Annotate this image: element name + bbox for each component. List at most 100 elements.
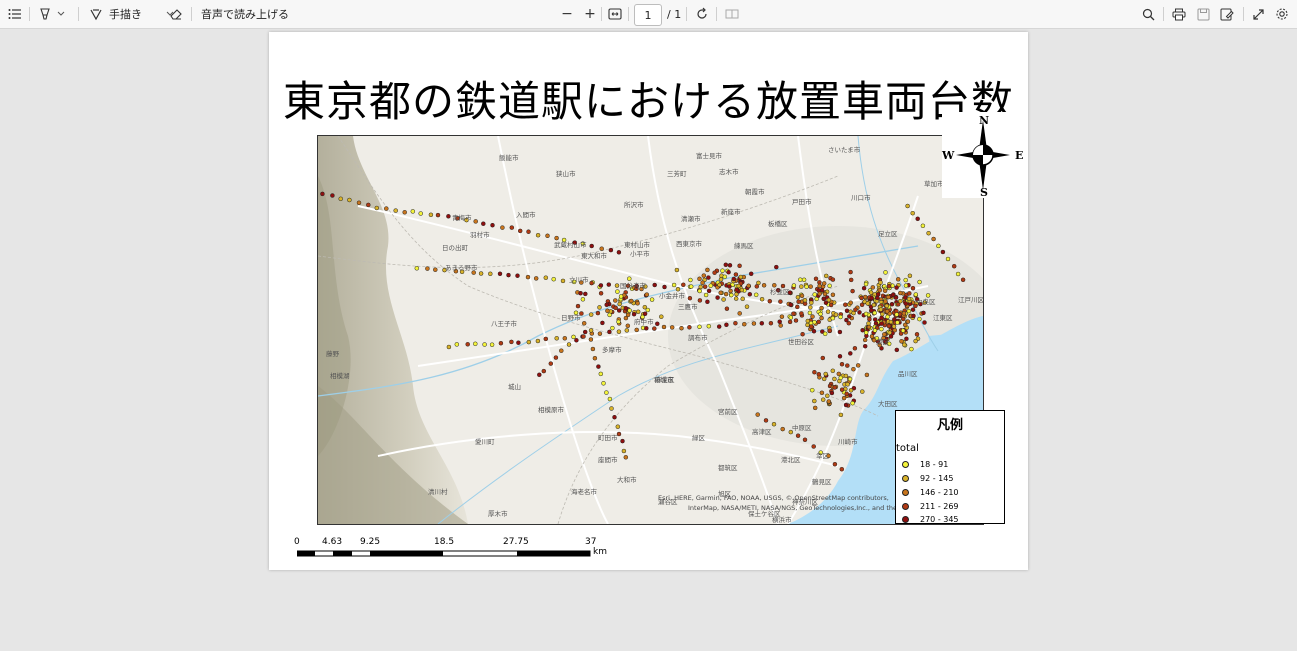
station-point [551, 276, 556, 282]
station-point [465, 342, 470, 347]
station-point [583, 291, 588, 297]
zoom-out-button[interactable]: − [557, 0, 577, 28]
station-point [616, 250, 622, 255]
station-point [645, 307, 651, 313]
station-point [905, 203, 910, 209]
legend-item: 18 - 91 [902, 460, 948, 469]
station-point [809, 300, 814, 305]
station-point [862, 294, 868, 300]
station-point [850, 288, 855, 294]
station-point [871, 302, 877, 308]
station-point [612, 414, 617, 420]
station-point [559, 348, 564, 353]
station-point [830, 292, 836, 298]
station-point [652, 326, 657, 331]
station-point [705, 299, 710, 305]
station-point [537, 372, 542, 378]
station-point [706, 275, 711, 280]
station-point [525, 274, 531, 280]
search-button[interactable] [1138, 0, 1158, 28]
station-point [604, 302, 609, 308]
fit-page-button[interactable] [605, 0, 625, 28]
place-label: 戸田市 [792, 198, 812, 206]
place-label: 厚木市 [488, 510, 508, 518]
place-label: 大和市 [617, 476, 637, 484]
station-point [860, 327, 865, 333]
scale-bar: 0 4.63 9.25 18.5 27.75 37 km [294, 537, 617, 567]
station-point [917, 279, 922, 285]
zoom-in-button[interactable]: + [580, 0, 600, 28]
station-point [845, 382, 850, 387]
save-button[interactable] [1193, 0, 1213, 28]
fit-width-icon [605, 4, 625, 24]
station-point [818, 311, 823, 317]
erase-button[interactable] [166, 0, 186, 28]
station-point [402, 210, 407, 215]
station-point [623, 305, 629, 311]
chevron-down-icon[interactable] [55, 4, 67, 24]
station-point [839, 361, 845, 367]
station-point [813, 276, 819, 282]
station-point [727, 284, 732, 289]
fullscreen-button[interactable] [1248, 0, 1268, 28]
station-point [879, 326, 884, 332]
station-point [863, 311, 869, 317]
station-point [506, 272, 511, 278]
page-number-input[interactable]: 1 [634, 4, 662, 26]
place-label: 座間市 [598, 456, 618, 464]
place-label: 飯能市 [499, 154, 519, 162]
station-point [616, 308, 622, 313]
station-point [807, 310, 813, 316]
station-point [902, 322, 908, 328]
station-point [575, 303, 581, 309]
station-point [907, 273, 913, 279]
station-point [454, 342, 460, 347]
station-point [590, 346, 596, 352]
station-point [374, 205, 380, 211]
station-point [878, 307, 884, 312]
station-point [880, 311, 885, 317]
station-point [895, 277, 901, 282]
print-button[interactable] [1169, 0, 1189, 28]
read-aloud-button[interactable]: 音声で読み上げる [201, 0, 289, 28]
place-label: 緑区 [692, 434, 705, 442]
station-point [736, 283, 741, 289]
scale-unit: km [593, 547, 607, 557]
station-point [347, 197, 352, 203]
highlight-button[interactable] [35, 0, 67, 28]
station-point [850, 400, 855, 406]
station-point [820, 355, 826, 361]
place-label: 愛川町 [475, 438, 495, 446]
station-point [608, 247, 614, 253]
place-label: 調布市 [688, 334, 708, 342]
station-point [489, 342, 495, 347]
station-point [655, 321, 660, 327]
save-icon [1193, 4, 1213, 24]
legend-item: 146 - 210 [902, 488, 959, 497]
place-label: 志木市 [719, 168, 739, 176]
station-point [560, 278, 566, 284]
draw-button[interactable]: 手描き [86, 0, 176, 28]
station-point [500, 225, 505, 230]
station-point [574, 338, 579, 343]
station-point [845, 363, 850, 368]
station-point [837, 329, 843, 335]
station-point [703, 292, 709, 298]
station-point [887, 330, 892, 335]
legend-swatch [902, 503, 909, 510]
station-point [618, 294, 624, 299]
settings-button[interactable] [1272, 0, 1292, 28]
station-point [922, 320, 927, 325]
station-point [872, 328, 878, 333]
station-point [606, 282, 612, 287]
station-point [805, 318, 811, 324]
rotate-button[interactable] [692, 0, 712, 28]
contents-button[interactable] [5, 0, 25, 28]
legend-swatch [902, 516, 909, 523]
station-point [821, 376, 827, 382]
station-point [873, 321, 879, 326]
two-page-button[interactable] [722, 0, 742, 28]
station-point [516, 340, 521, 345]
station-point [724, 322, 729, 328]
save-as-button[interactable] [1217, 0, 1237, 28]
